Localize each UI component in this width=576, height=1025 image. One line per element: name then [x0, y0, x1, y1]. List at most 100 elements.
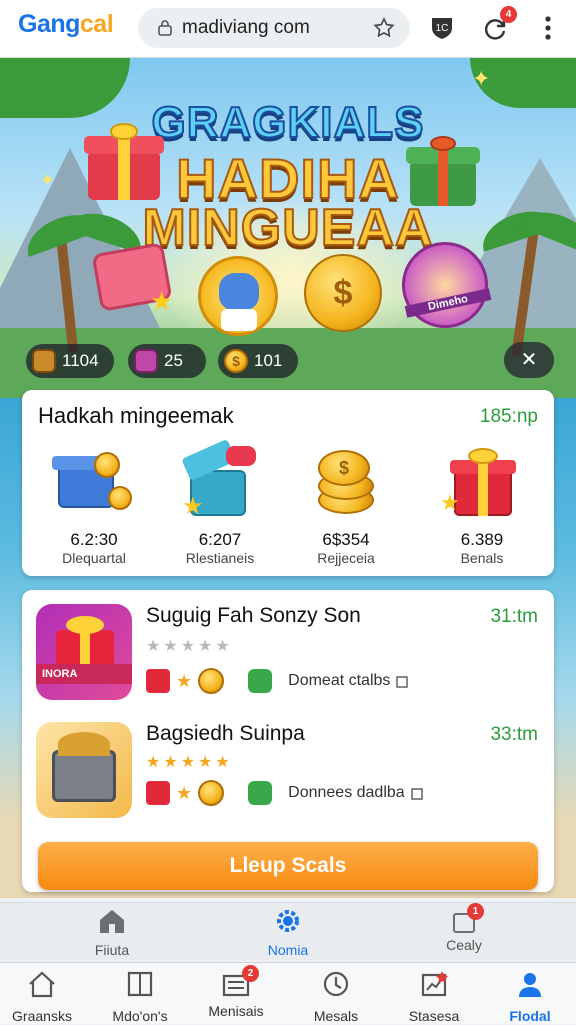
nav-label: Menisais	[208, 1003, 264, 1019]
bookmark-star-icon[interactable]	[372, 16, 396, 40]
stat-coins[interactable]: $ 101	[218, 344, 298, 378]
nav-mdoons[interactable]: Mdo'on's	[92, 969, 188, 1025]
reward-value: 6$354	[322, 530, 370, 549]
offer-thumb-label: INORA	[36, 664, 132, 684]
shield-icon[interactable]: 1C	[428, 14, 456, 42]
puzzle-icon	[248, 781, 273, 805]
url-text: madiviang com	[182, 17, 310, 38]
stat-dice[interactable]: 25	[128, 344, 206, 378]
hero-banner: GRAGKIALS HADIHA MINGUEAA ★ $ Dimeho ✦ ✦…	[0, 58, 576, 398]
nav-label: Stasesa	[408, 1008, 460, 1024]
close-icon: ✕	[520, 349, 538, 371]
nav-stasesa[interactable]: Stasesa	[386, 969, 482, 1025]
chart-icon	[421, 971, 448, 997]
gift-coins-icon	[52, 446, 136, 520]
tab-badge: 1	[467, 903, 484, 920]
reward-item[interactable]: 6.2:30 Dlequartal	[34, 446, 154, 566]
dice-icon	[134, 349, 158, 373]
offer-item[interactable]: INORA Suguig Fah Sonzy Son 31:tm ★★★★★ ★…	[22, 600, 554, 720]
bottom-navigation: Graansks Mdo'on's 2 Menisais Mesals Stas…	[0, 962, 576, 1024]
star-icon: ★	[176, 670, 193, 691]
hero-title-line3: MINGUEAA	[141, 198, 434, 258]
brand-logo-part1: Gang	[18, 10, 80, 38]
rating-stars: ★★★★★	[146, 754, 233, 771]
nav-label: Flodal	[509, 1008, 551, 1024]
inbox-icon: 2	[220, 965, 259, 999]
offer-details-row: ★ Domeat ctalbs	[146, 668, 409, 694]
offer-detail-text: Donnees dadlba	[288, 784, 405, 801]
chest-icon	[32, 349, 56, 373]
nav-flodal[interactable]: Flodal	[482, 969, 576, 1025]
browser-toolbar: Gangcal madiviang com 1C 4	[0, 0, 576, 58]
stat-chests[interactable]: 1104	[26, 344, 114, 378]
tab-label: Cealy	[446, 937, 482, 953]
notification-badge: 4	[500, 6, 517, 23]
svg-text:1C: 1C	[436, 23, 449, 34]
house-icon	[100, 910, 124, 933]
offer-thumbnail: INORA	[36, 604, 132, 700]
offer-title: Bagsiedh Suinpa	[146, 722, 305, 745]
offer-title: Suguig Fah Sonzy Son	[146, 604, 361, 627]
gift-icon	[146, 781, 170, 805]
tab-cealy[interactable]: 1 Cealy	[404, 903, 524, 959]
sparkle-icon: ✦	[472, 66, 491, 91]
nav-graansks[interactable]: Graansks	[0, 969, 90, 1025]
gift-box-icon: ★	[440, 446, 524, 520]
reward-value: 6.2:30	[70, 530, 118, 549]
stat-coins-value: 101	[254, 351, 283, 370]
blue-character-icon	[198, 256, 278, 336]
tab-fiiuta[interactable]: Fiiuta	[52, 907, 172, 959]
green-gift-icon	[406, 135, 480, 206]
gear-icon	[277, 910, 299, 932]
nav-menisais[interactable]: 2 Menisais	[188, 965, 284, 1025]
open-gift-icon: ★	[178, 438, 262, 520]
brand-logo[interactable]: Gangcal	[18, 10, 114, 39]
sparkle-icon: ✦	[40, 170, 56, 190]
coin-icon: $	[224, 349, 248, 373]
offer-thumbnail	[36, 722, 132, 818]
stat-chests-value: 1104	[62, 351, 99, 370]
nav-label: Mesals	[313, 1008, 359, 1024]
tab-nomia[interactable]: Nomia	[228, 907, 348, 959]
big-coin-icon: $	[304, 254, 382, 332]
cta-button[interactable]: Lleup Scals	[38, 842, 538, 890]
calendar-icon: 1	[449, 903, 484, 935]
offer-item[interactable]: Bagsiedh Suinpa 33:tm ★★★★★ ★ Donnees da…	[22, 722, 554, 842]
rewards-title: Hadkah mingeemak	[38, 403, 234, 428]
person-icon	[519, 973, 541, 997]
puzzle-icon	[248, 669, 273, 693]
red-gift-icon	[83, 123, 165, 200]
lock-icon	[158, 20, 172, 36]
offers-card: INORA Suguig Fah Sonzy Son 31:tm ★★★★★ ★…	[22, 590, 554, 892]
close-banner-button[interactable]: ✕	[504, 342, 554, 378]
stat-dice-value: 25	[164, 351, 183, 370]
home-icon	[29, 971, 55, 998]
reward-label: Benals	[460, 550, 504, 566]
coin-icon	[198, 780, 225, 806]
nav-mesals[interactable]: Mesals	[288, 969, 384, 1025]
character-portrait-icon: Dimeho	[402, 242, 492, 328]
address-bar[interactable]: madiviang com	[138, 8, 410, 48]
offer-detail-text: Domeat ctalbs	[288, 672, 391, 689]
notifications-button[interactable]: 4	[480, 6, 517, 44]
rewards-timer: 185:np	[479, 406, 538, 427]
reward-value: 6:207	[198, 530, 242, 549]
coin-stack-icon: $	[304, 446, 388, 520]
rating-stars: ★★★★★	[146, 638, 233, 655]
reward-label: Rlestianeis	[185, 550, 255, 566]
rewards-card: Hadkah mingeemak 185:np 6.2:30 Dlequarta…	[22, 390, 554, 576]
clock-icon	[323, 971, 349, 997]
brand-logo-part2: cal	[79, 10, 114, 38]
reward-value: 6.389	[460, 530, 504, 549]
reward-item[interactable]: ★ 6:207 Rlestianeis	[160, 438, 280, 566]
gift-icon	[146, 669, 170, 693]
nav-badge: 2	[242, 965, 259, 982]
reward-item[interactable]: $ 6$354 Rejjeceia	[286, 446, 406, 566]
reward-item[interactable]: ★ 6.389 Benals	[422, 446, 542, 566]
star-icon: ★	[176, 782, 193, 803]
book-icon	[127, 971, 153, 997]
reward-label: Rejjeceia	[317, 550, 375, 566]
more-options-icon[interactable]	[534, 14, 562, 42]
reward-label: Dlequartal	[62, 550, 126, 566]
offer-timer: 31:tm	[490, 606, 538, 627]
